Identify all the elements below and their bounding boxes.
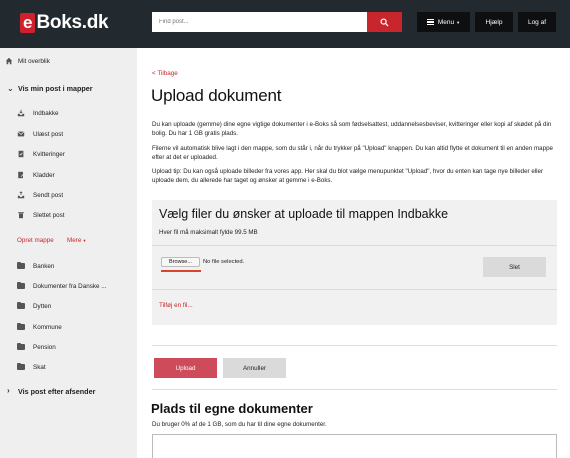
intro-paragraph: Du kan uploade (gemme) dine egne vigtige…: [152, 121, 552, 137]
storage-panel: [152, 434, 557, 458]
create-folder-link[interactable]: Opret mappe: [17, 237, 54, 244]
search-button[interactable]: [367, 12, 402, 32]
hamburger-icon: [426, 18, 434, 27]
upload-button[interactable]: Upload: [154, 358, 217, 378]
sidebar-item-label: Kladder: [33, 171, 55, 179]
search-icon: [380, 17, 389, 27]
more-dropdown[interactable]: Mere ▼: [67, 237, 86, 244]
sidebar-item-label: Mit overblik: [18, 57, 50, 65]
sender-view-toggle[interactable]: › Vis post efter afsender: [0, 385, 137, 399]
sidebar-item-label: Banken: [33, 262, 55, 270]
upload-tip-paragraph: Upload tip: Du kan også uploade billeder…: [152, 168, 544, 184]
folder-icon: [17, 362, 25, 370]
logo-wordmark: Boks.dk: [36, 12, 109, 33]
sidebar-item-receipts[interactable]: Kvitteringer: [0, 147, 137, 161]
divider: [152, 245, 557, 246]
upload-panel-title: Vælg filer du ønsker at uploade til mapp…: [159, 207, 449, 221]
max-size-note: Hver fil må maksimalt fylde 99.5 MB: [159, 229, 258, 236]
add-file-link[interactable]: Tilføj en fil...: [159, 302, 193, 309]
folder-icon: [17, 281, 25, 289]
folder-icon: [17, 301, 25, 309]
folder-icon: [17, 322, 25, 330]
cancel-button[interactable]: Annuller: [223, 358, 286, 378]
sidebar-item-label: Dokumenter fra Danske ...: [33, 282, 107, 290]
menu-button-label: Menu: [437, 18, 455, 26]
sidebar: Mit overblik ⌄ Vis min post i mapper Ind…: [0, 48, 137, 458]
sidebar-item-label: Sendt post: [33, 191, 64, 199]
divider: [152, 389, 557, 390]
auto-folder-paragraph: Filerne vil automatisk blive lagt i den …: [152, 145, 553, 161]
sidebar-item-label: Indbakke: [33, 109, 59, 117]
sidebar-folder-danske[interactable]: Dokumenter fra Danske ...: [0, 279, 137, 293]
folder-icon: [17, 342, 25, 350]
sidebar-item-deleted[interactable]: Slettet post: [0, 208, 137, 222]
file-row-underline: [161, 270, 201, 272]
sidebar-item-inbox[interactable]: Indbakke: [0, 106, 137, 120]
caret-down-icon: ▼: [81, 238, 87, 243]
sidebar-folder-dytten[interactable]: Dytten: [0, 299, 137, 313]
chevron-down-icon: ⌄: [7, 84, 14, 93]
sidebar-item-overview[interactable]: Mit overblik: [0, 54, 137, 68]
caret-down-icon: ▼: [456, 19, 461, 25]
folder-view-toggle[interactable]: ⌄ Vis min post i mapper: [0, 82, 137, 96]
chevron-right-icon: ›: [7, 386, 10, 395]
folder-icon: [17, 261, 25, 269]
trash-icon: [18, 212, 24, 219]
sidebar-item-label: Dytten: [33, 302, 52, 310]
sender-view-heading: Vis post efter afsender: [18, 387, 96, 396]
browse-button[interactable]: Browse...: [161, 257, 200, 267]
folder-view-heading: Vis min post i mapper: [18, 84, 93, 93]
logo-e-mark: e: [20, 13, 36, 33]
draft-icon: [18, 171, 25, 179]
logout-button[interactable]: Log af: [518, 12, 556, 32]
page-title: Upload dokument: [151, 86, 282, 105]
inbox-icon: [17, 109, 25, 117]
storage-section-title: Plads til egne dokumenter: [151, 401, 313, 416]
sidebar-item-label: Skat: [33, 363, 46, 371]
search-input[interactable]: [152, 12, 367, 32]
menu-button[interactable]: Menu ▼: [417, 12, 470, 32]
sidebar-folder-banken[interactable]: Banken: [0, 259, 137, 273]
sidebar-folder-kommune[interactable]: Kommune: [0, 320, 137, 334]
sidebar-folder-skat[interactable]: Skat: [0, 360, 137, 374]
home-icon: [5, 57, 13, 65]
sidebar-folder-pension[interactable]: Pension: [0, 340, 137, 354]
back-link[interactable]: < Tilbage: [152, 70, 178, 77]
eboks-logo[interactable]: e Boks.dk: [20, 12, 109, 34]
receipt-icon: [18, 150, 24, 158]
upload-panel: Vælg filer du ønsker at uploade til mapp…: [152, 200, 557, 325]
help-button[interactable]: Hjælp: [475, 12, 513, 32]
main-content: < Tilbage Upload dokument Du kan uploade…: [137, 48, 570, 458]
divider: [152, 289, 557, 290]
sidebar-item-sent[interactable]: Sendt post: [0, 188, 137, 202]
sidebar-item-label: Kommune: [33, 323, 62, 331]
file-status-text: No file selected.: [203, 259, 245, 265]
divider: [152, 345, 557, 346]
sidebar-item-label: Slettet post: [33, 211, 65, 219]
sidebar-item-drafts[interactable]: Kladder: [0, 168, 137, 182]
top-header-bar: e Boks.dk Menu ▼ Hjælp Log af: [0, 0, 570, 48]
delete-file-button[interactable]: Slet: [483, 257, 546, 277]
sidebar-item-label: Ulæst post: [33, 130, 64, 138]
storage-usage-text: Du bruger 0% af de 1 GB, som du har til …: [152, 421, 327, 428]
sent-icon: [17, 191, 25, 199]
sidebar-item-label: Kvitteringer: [33, 150, 65, 158]
sidebar-item-label: Pension: [33, 343, 56, 351]
sidebar-item-unread[interactable]: Ulæst post: [0, 127, 137, 141]
unread-mail-icon: [17, 131, 25, 137]
more-label: Mere: [67, 237, 82, 244]
